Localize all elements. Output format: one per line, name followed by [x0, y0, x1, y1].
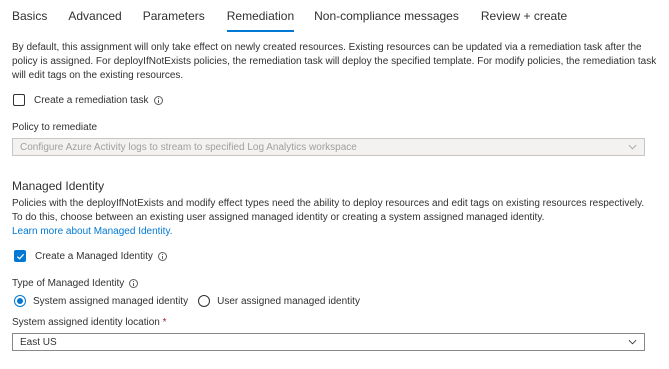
radio-option-system-assigned[interactable]: System assigned managed identity — [14, 295, 188, 307]
chevron-down-icon — [628, 339, 637, 345]
tab-parameters[interactable]: Parameters — [143, 0, 205, 32]
identity-location-value: East US — [20, 336, 57, 348]
managed-identity-description: Policies with the deployIfNotExists and … — [12, 197, 657, 239]
tab-review-create[interactable]: Review + create — [481, 0, 567, 32]
info-icon[interactable] — [157, 251, 167, 261]
chevron-down-icon — [628, 144, 637, 150]
create-managed-identity-label: Create a Managed Identity — [35, 250, 153, 262]
info-icon[interactable] — [153, 95, 163, 105]
identity-location-label: System assigned identity location * — [12, 317, 167, 328]
learn-more-link[interactable]: Learn more about Managed Identity. — [12, 226, 172, 237]
type-of-managed-identity-label: Type of Managed Identity — [12, 278, 125, 289]
create-remediation-task-checkbox[interactable] — [13, 94, 25, 106]
tab-remediation[interactable]: Remediation — [226, 0, 295, 32]
managed-identity-description-text: Policies with the deployIfNotExists and … — [12, 198, 645, 223]
identity-location-label-text: System assigned identity location — [12, 317, 160, 328]
radio-option-user-assigned[interactable]: User assigned managed identity — [198, 295, 360, 307]
tab-non-compliance-messages[interactable]: Non-compliance messages — [314, 0, 459, 32]
create-remediation-task-row[interactable]: Create a remediation task — [13, 94, 163, 106]
create-managed-identity-row[interactable]: Create a Managed Identity — [14, 250, 167, 262]
required-marker: * — [162, 317, 167, 328]
policy-to-remediate-dropdown: Configure Azure Activity logs to stream … — [12, 138, 645, 156]
tab-advanced[interactable]: Advanced — [68, 0, 121, 32]
user-assigned-radio[interactable] — [198, 295, 211, 307]
system-assigned-label: System assigned managed identity — [33, 295, 189, 307]
policy-to-remediate-value: Configure Azure Activity logs to stream … — [20, 141, 357, 153]
remediation-description: By default, this assignment will only ta… — [12, 42, 657, 81]
policy-to-remediate-label: Policy to remediate — [12, 122, 98, 133]
info-icon[interactable] — [129, 279, 139, 288]
type-of-managed-identity-row: Type of Managed Identity — [12, 278, 139, 289]
create-remediation-task-label: Create a remediation task — [34, 94, 149, 106]
managed-identity-heading: Managed Identity — [12, 179, 105, 193]
tab-basics[interactable]: Basics — [12, 0, 47, 32]
checkmark-icon — [16, 253, 24, 260]
tab-bar: Basics Advanced Parameters Remediation N… — [12, 0, 587, 32]
user-assigned-label: User assigned managed identity — [217, 295, 360, 307]
create-managed-identity-checkbox[interactable] — [14, 250, 26, 262]
identity-type-radio-group: System assigned managed identity User as… — [14, 295, 360, 307]
system-assigned-radio[interactable] — [14, 295, 26, 307]
identity-location-dropdown[interactable]: East US — [12, 333, 645, 351]
